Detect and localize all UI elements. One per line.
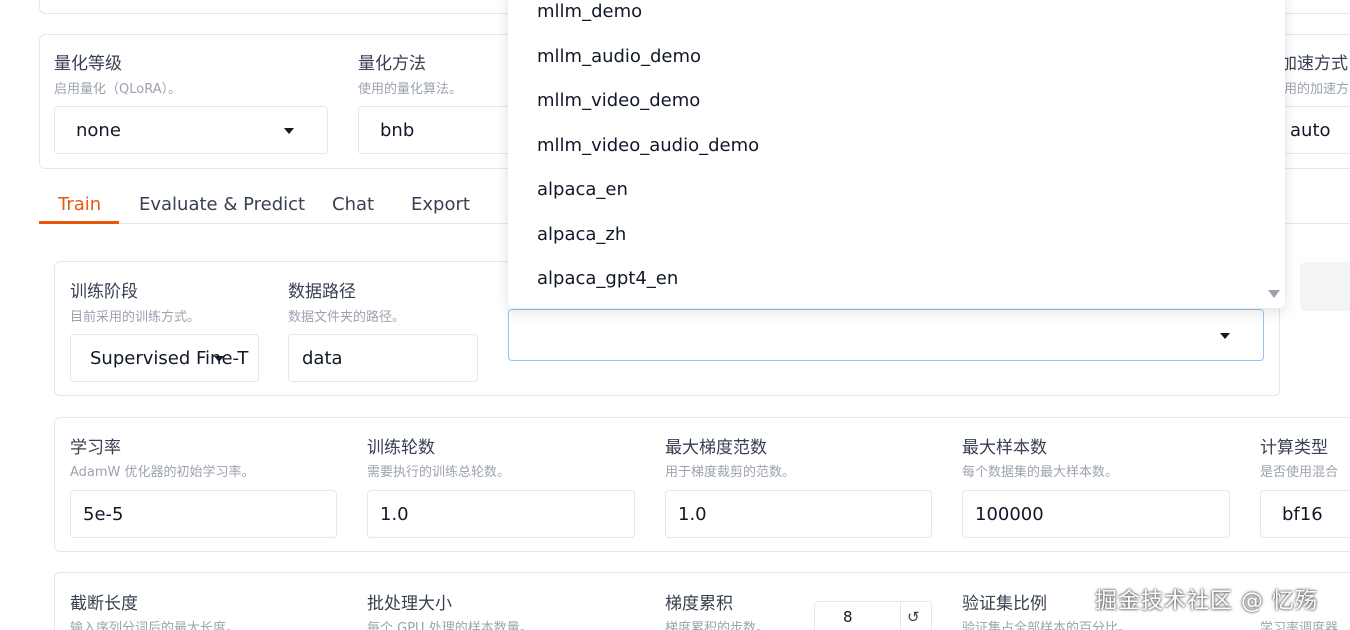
compute-type-select[interactable]: bf16 bbox=[1260, 490, 1350, 538]
cutoff-info: 输入序列分词后的最大长度。 bbox=[70, 621, 240, 630]
dropdown-option[interactable]: mllm_video_audio_demo bbox=[537, 135, 759, 156]
compute-type-info: 是否使用混合 bbox=[1260, 465, 1339, 480]
epochs-input[interactable]: 1.0 bbox=[367, 490, 635, 538]
quant-level-label: 量化等级 bbox=[54, 54, 122, 74]
stage-info: 目前采用的训练方式。 bbox=[70, 310, 201, 325]
compute-type-value: bf16 bbox=[1282, 503, 1323, 525]
lr-label: 学习率 bbox=[70, 438, 121, 458]
dataset-dir-info: 数据文件夹的路径。 bbox=[288, 310, 406, 325]
max-samples-input[interactable]: 100000 bbox=[962, 490, 1230, 538]
chevron-down-icon bbox=[214, 356, 224, 362]
quant-method-label: 量化方法 bbox=[358, 54, 426, 74]
chevron-down-icon bbox=[1220, 333, 1230, 339]
lr-input[interactable]: 5e-5 bbox=[70, 490, 337, 538]
dropdown-option[interactable]: alpaca_en bbox=[537, 179, 628, 200]
watermark: 掘金技术社区 @ 忆殇 bbox=[1095, 589, 1318, 614]
dataset-dir-label: 数据路径 bbox=[288, 282, 356, 302]
lr-info: AdamW 优化器的初始学习率。 bbox=[70, 465, 255, 480]
scroll-down-arrow-icon[interactable] bbox=[1268, 290, 1280, 298]
grad-norm-info: 用于梯度裁剪的范数。 bbox=[665, 465, 796, 480]
lr-scheduler-info: 学习率调度器 bbox=[1260, 621, 1339, 630]
dataset-select[interactable] bbox=[508, 309, 1264, 361]
tab-chat[interactable]: Chat bbox=[332, 194, 374, 215]
grad-accum-info: 梯度累积的步数。 bbox=[665, 621, 770, 630]
grad-norm-input[interactable]: 1.0 bbox=[665, 490, 932, 538]
accel-info: 用的加速方 bbox=[1284, 82, 1350, 97]
grad-norm-label: 最大梯度范数 bbox=[665, 438, 767, 458]
tab-evaluate-predict[interactable]: Evaluate & Predict bbox=[139, 194, 305, 215]
stepper-divider bbox=[900, 602, 901, 630]
side-button[interactable] bbox=[1300, 262, 1350, 311]
stage-value: Supervised Fine-T bbox=[90, 347, 249, 369]
dropdown-option[interactable]: mllm_audio_demo bbox=[537, 46, 701, 67]
dataset-dropdown-list: mllm_demo mllm_audio_demo mllm_video_dem… bbox=[508, 0, 1285, 308]
tab-train[interactable]: Train bbox=[58, 194, 101, 215]
batch-size-info: 每个 GPU 处理的样本数量。 bbox=[367, 621, 533, 630]
active-tab-indicator bbox=[39, 221, 119, 224]
tab-export[interactable]: Export bbox=[411, 194, 470, 215]
batch-size-label: 批处理大小 bbox=[367, 594, 452, 614]
compute-type-label: 计算类型 bbox=[1260, 438, 1328, 458]
dropdown-option[interactable]: mllm_video_demo bbox=[537, 90, 700, 111]
grad-norm-value: 1.0 bbox=[678, 503, 707, 525]
dropdown-option[interactable]: alpaca_zh bbox=[537, 224, 626, 245]
quant-method-select[interactable]: bnb bbox=[358, 106, 518, 154]
epochs-info: 需要执行的训练总轮数。 bbox=[367, 465, 511, 480]
dataset-dir-value: data bbox=[302, 347, 343, 369]
grad-accum-label: 梯度累积 bbox=[665, 594, 733, 614]
max-samples-value: 100000 bbox=[975, 503, 1044, 525]
epochs-value: 1.0 bbox=[380, 503, 409, 525]
accel-value: auto bbox=[1290, 119, 1331, 141]
max-samples-label: 最大样本数 bbox=[962, 438, 1047, 458]
chevron-down-icon bbox=[284, 128, 294, 134]
max-samples-info: 每个数据集的最大样本数。 bbox=[962, 465, 1119, 480]
val-size-info: 验证集占全部样本的百分比。 bbox=[962, 621, 1132, 630]
cutoff-label: 截断长度 bbox=[70, 594, 138, 614]
dropdown-option[interactable]: mllm_demo bbox=[537, 1, 642, 22]
val-size-label: 验证集比例 bbox=[962, 594, 1047, 614]
quant-level-info: 启用量化（QLoRA）。 bbox=[54, 82, 182, 97]
grad-accum-stepper[interactable]: 8 ↺ bbox=[814, 601, 932, 630]
stage-label: 训练阶段 bbox=[70, 282, 138, 302]
dataset-dir-input[interactable]: data bbox=[288, 334, 478, 382]
accel-label: 加速方式 bbox=[1280, 54, 1348, 74]
reset-icon[interactable]: ↺ bbox=[907, 608, 920, 626]
dropdown-option[interactable]: alpaca_gpt4_en bbox=[537, 268, 678, 289]
stage-select[interactable]: Supervised Fine-T bbox=[70, 334, 259, 382]
quant-method-info: 使用的量化算法。 bbox=[358, 82, 463, 97]
grad-accum-value: 8 bbox=[843, 608, 853, 626]
lr-value: 5e-5 bbox=[83, 503, 124, 525]
epochs-label: 训练轮数 bbox=[367, 438, 435, 458]
quant-level-value: none bbox=[76, 119, 121, 141]
quant-method-value: bnb bbox=[380, 119, 415, 141]
